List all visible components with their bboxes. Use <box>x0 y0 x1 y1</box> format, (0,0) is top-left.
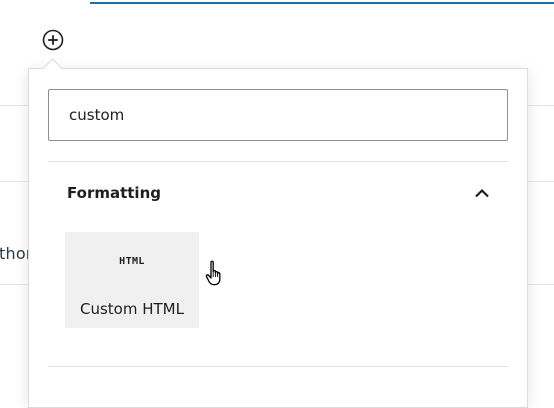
block-item-custom-html[interactable]: HTML Custom HTML <box>65 232 221 328</box>
hand-pointer-icon <box>205 260 221 286</box>
panel-title: Formatting <box>67 184 161 202</box>
section-divider <box>48 366 508 367</box>
html-icon: HTML <box>119 256 145 267</box>
chevron-up-icon <box>472 183 492 203</box>
formatting-panel-toggle[interactable]: Formatting <box>48 173 508 213</box>
block-inserter-popover: Formatting HTML Custom HTML <box>28 68 528 408</box>
block-search-input[interactable] <box>48 89 508 141</box>
search-divider <box>48 161 508 162</box>
block-inserter-toggle[interactable] <box>41 28 65 52</box>
plus-circle-icon <box>42 29 64 51</box>
block-label: Custom HTML <box>80 300 184 318</box>
top-accent-bar <box>90 2 554 4</box>
